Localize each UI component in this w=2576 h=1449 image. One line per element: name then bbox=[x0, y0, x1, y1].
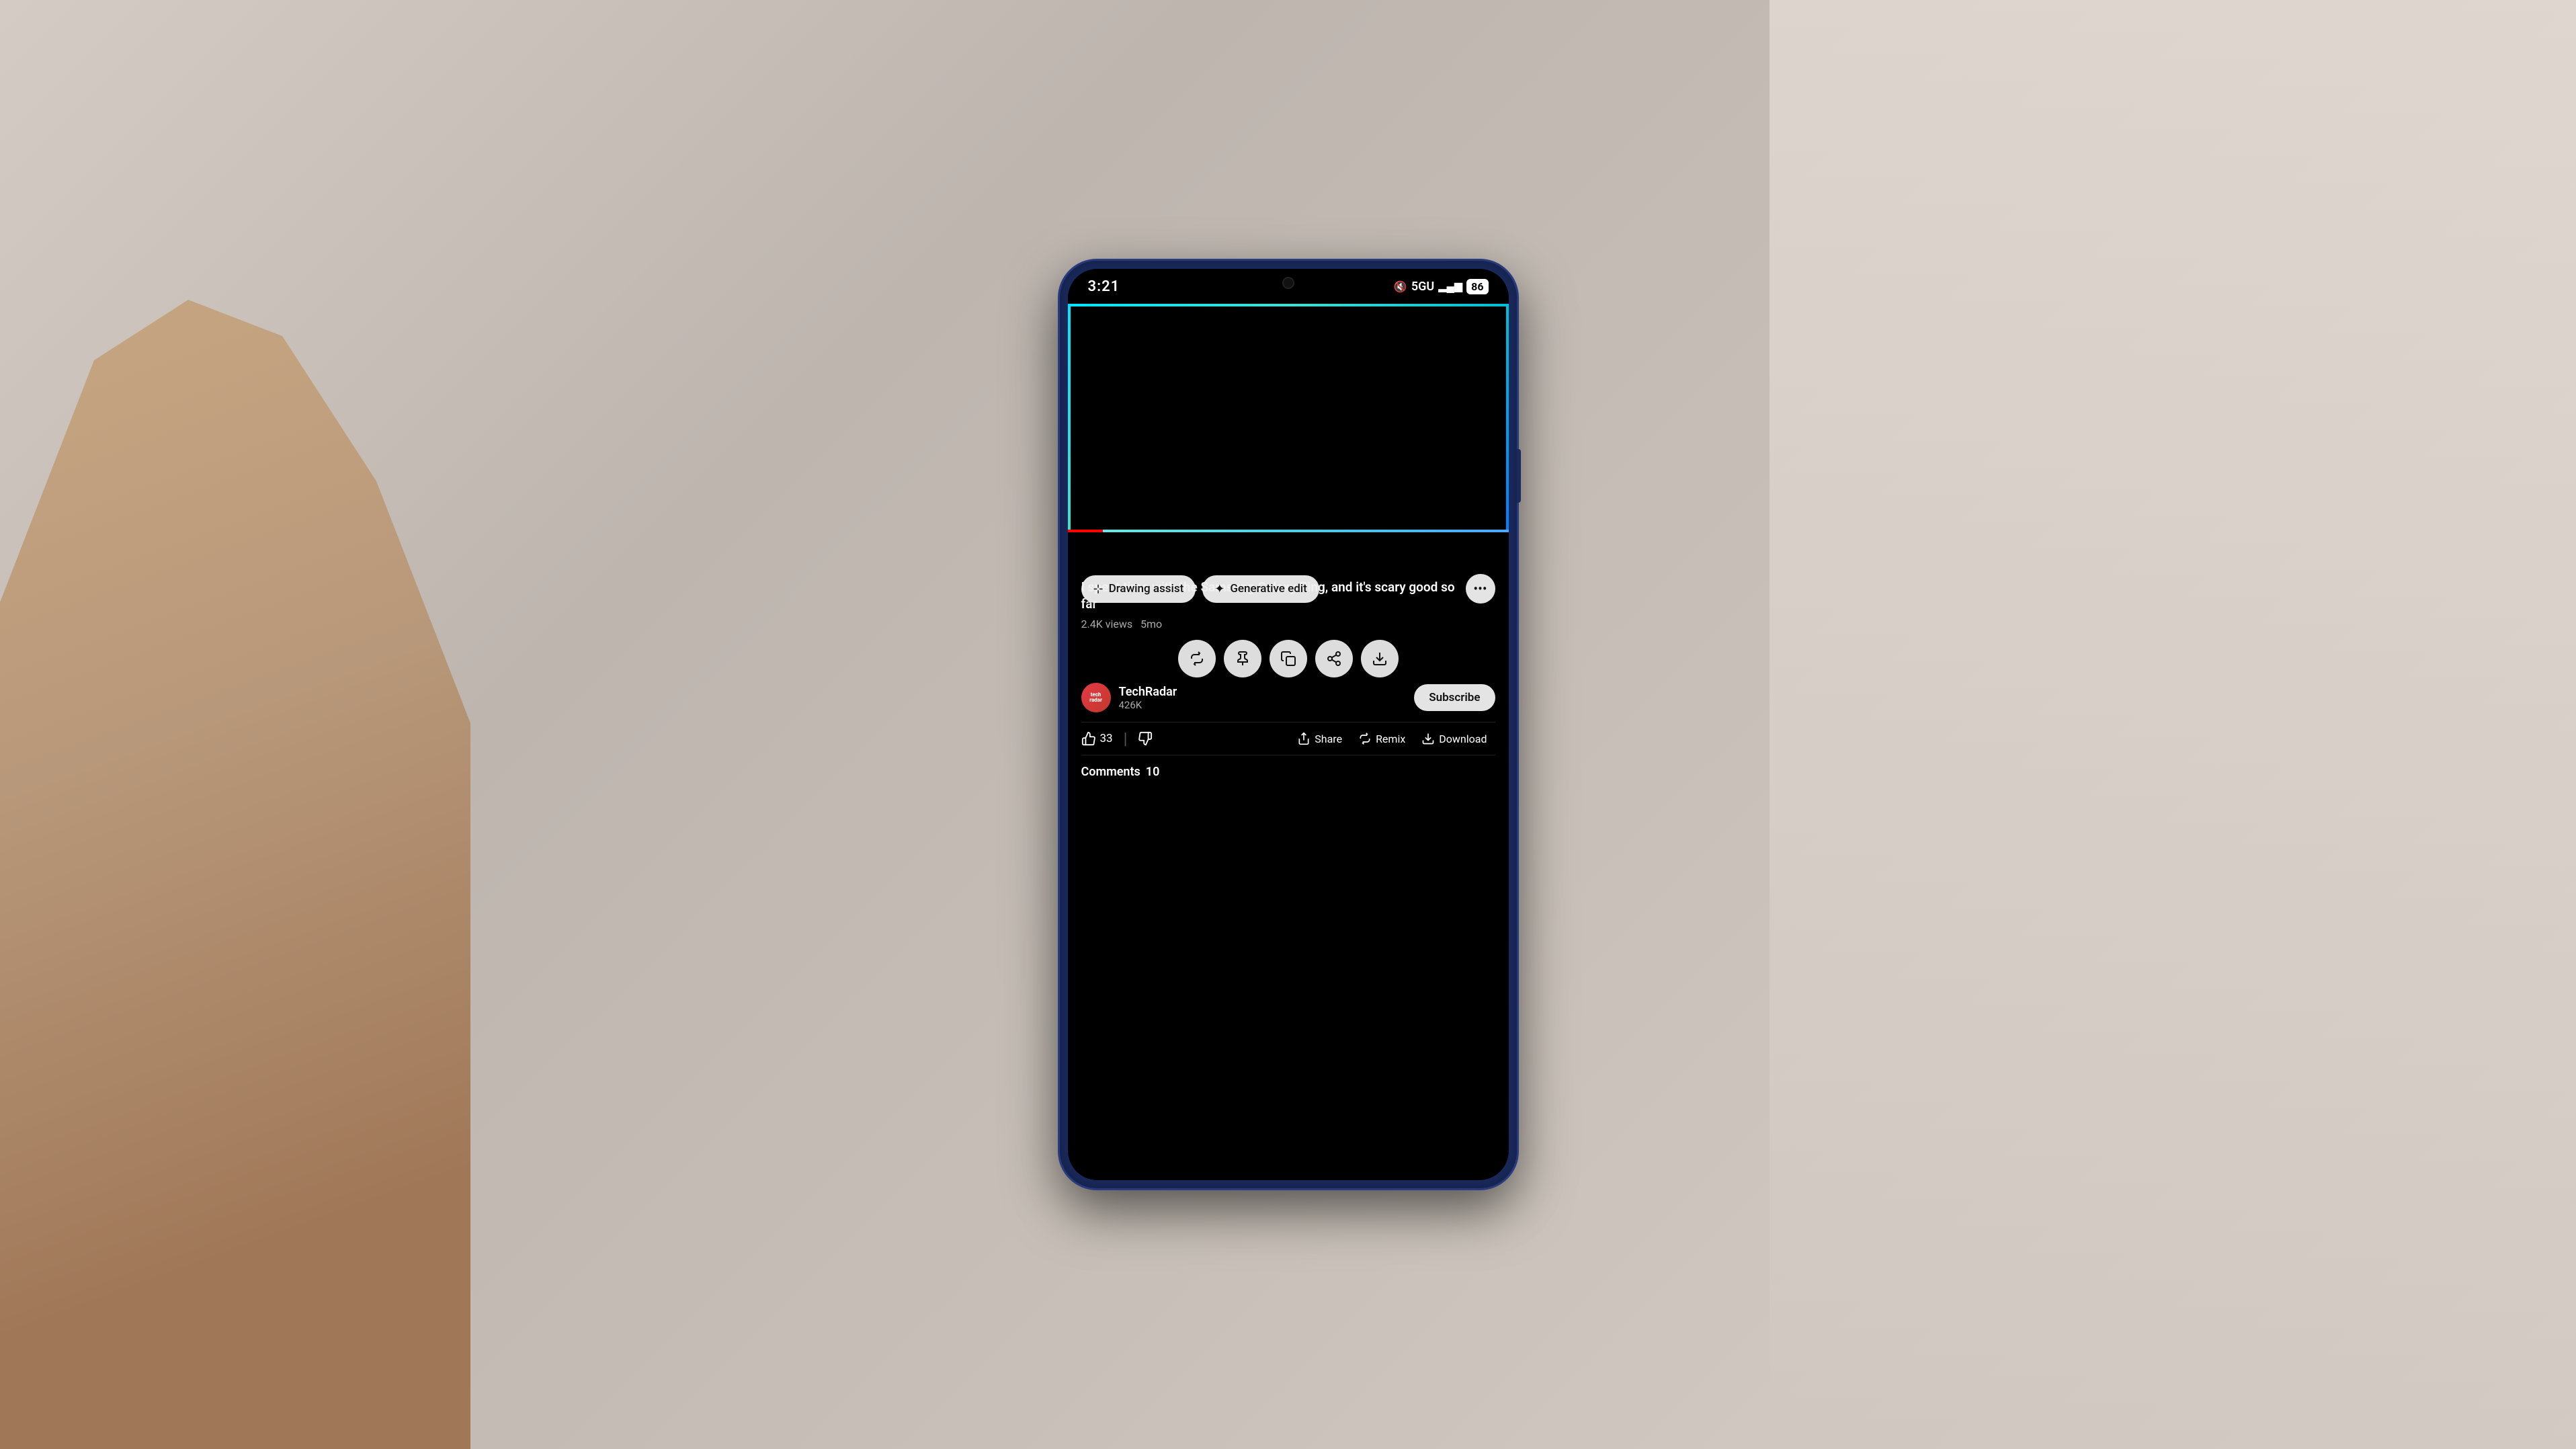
copy-icon-button[interactable] bbox=[1270, 640, 1307, 677]
channel-details: TechRadar 426K bbox=[1119, 685, 1177, 711]
edit-toolbar: ⊹ Drawing assist ✦ Generative edit ••• bbox=[1081, 574, 1495, 604]
title-section: ⊹ Drawing assist ✦ Generative edit ••• bbox=[1081, 579, 1495, 612]
channel-row: tech radar TechRadar 426K Subscribe bbox=[1081, 683, 1495, 712]
thumbs-down-icon bbox=[1138, 731, 1153, 746]
remix-icon-button[interactable] bbox=[1178, 640, 1216, 677]
video-content bbox=[1068, 304, 1509, 532]
comments-section: Comments 10 bbox=[1081, 755, 1495, 784]
download-icon bbox=[1372, 651, 1388, 667]
camera-notch bbox=[1282, 277, 1294, 289]
meta-info: 2.4K views 5mo bbox=[1081, 618, 1495, 630]
share-action-icon bbox=[1297, 732, 1311, 745]
channel-name[interactable]: TechRadar bbox=[1119, 685, 1177, 699]
remix-action-icon bbox=[1358, 732, 1372, 745]
like-divider: | bbox=[1124, 729, 1128, 748]
view-count: 2.4K views bbox=[1081, 618, 1133, 630]
subscribe-button[interactable]: Subscribe bbox=[1414, 684, 1495, 711]
pin-icon bbox=[1235, 651, 1251, 667]
video-player[interactable] bbox=[1068, 304, 1509, 532]
share-icon bbox=[1326, 651, 1342, 667]
download-action-icon bbox=[1421, 732, 1435, 745]
person-body bbox=[1201, 408, 1376, 532]
bg-right bbox=[1770, 0, 2576, 1449]
video-progress-fill bbox=[1068, 530, 1103, 532]
like-section: 33 | bbox=[1081, 729, 1290, 748]
thumbs-up-icon bbox=[1081, 731, 1096, 746]
drawing-assist-label: Drawing assist bbox=[1109, 582, 1184, 595]
dislike-button[interactable] bbox=[1138, 731, 1153, 746]
content-area: ⊹ Drawing assist ✦ Generative edit ••• bbox=[1068, 532, 1509, 784]
status-bar: 3:21 🔇 5GU ▂▄▆ 86 bbox=[1068, 269, 1509, 304]
download-icon-button[interactable] bbox=[1361, 640, 1399, 677]
comments-count: 10 bbox=[1146, 765, 1160, 779]
comments-label: Comments bbox=[1081, 765, 1140, 779]
action-row: 33 | bbox=[1081, 722, 1495, 755]
generative-edit-label: Generative edit bbox=[1230, 582, 1306, 595]
person-head bbox=[1251, 324, 1325, 411]
pin-icon-button[interactable] bbox=[1224, 640, 1261, 677]
avatar-text: tech radar bbox=[1089, 692, 1102, 704]
signal-bars-icon: ▂▄▆ bbox=[1438, 280, 1462, 293]
battery-indicator: 86 bbox=[1466, 279, 1488, 294]
share-label: Share bbox=[1315, 733, 1342, 745]
download-button[interactable]: Download bbox=[1413, 732, 1495, 745]
share-button[interactable]: Share bbox=[1289, 732, 1350, 745]
action-icons-toolbar bbox=[1081, 640, 1495, 677]
download-label: Download bbox=[1439, 733, 1487, 745]
phone-screen: 3:21 🔇 5GU ▂▄▆ 86 bbox=[1068, 269, 1509, 1180]
share-icon-button[interactable] bbox=[1315, 640, 1353, 677]
generative-edit-button[interactable]: ✦ Generative edit bbox=[1202, 575, 1319, 603]
channel-subscribers: 426K bbox=[1119, 699, 1177, 711]
channel-avatar[interactable]: tech radar bbox=[1081, 683, 1111, 712]
status-icons: 🔇 5GU ▂▄▆ 86 bbox=[1394, 279, 1489, 294]
phone-frame: 3:21 🔇 5GU ▂▄▆ 86 bbox=[1060, 261, 1517, 1188]
drawing-assist-button[interactable]: ⊹ Drawing assist bbox=[1081, 575, 1196, 603]
remix-label: Remix bbox=[1376, 733, 1405, 745]
generative-edit-icon: ✦ bbox=[1214, 582, 1224, 596]
mute-icon: 🔇 bbox=[1394, 280, 1407, 293]
more-options-button[interactable]: ••• bbox=[1466, 574, 1495, 604]
time-ago: 5mo bbox=[1140, 618, 1162, 630]
like-count: 33 bbox=[1100, 732, 1113, 745]
video-progress-bar[interactable] bbox=[1068, 530, 1509, 532]
channel-info: tech radar TechRadar 426K bbox=[1081, 683, 1177, 712]
video-background bbox=[1068, 304, 1509, 532]
drawing-assist-icon: ⊹ bbox=[1093, 582, 1104, 596]
like-button[interactable]: 33 bbox=[1081, 731, 1113, 746]
remix-button[interactable]: Remix bbox=[1350, 732, 1413, 745]
remix-icon bbox=[1189, 651, 1205, 667]
status-time: 3:21 bbox=[1088, 278, 1120, 295]
more-options-icon: ••• bbox=[1473, 581, 1487, 597]
network-icon: 5GU bbox=[1411, 280, 1434, 294]
phone-body: 3:21 🔇 5GU ▂▄▆ 86 bbox=[1060, 261, 1517, 1188]
copy-icon bbox=[1280, 651, 1296, 667]
